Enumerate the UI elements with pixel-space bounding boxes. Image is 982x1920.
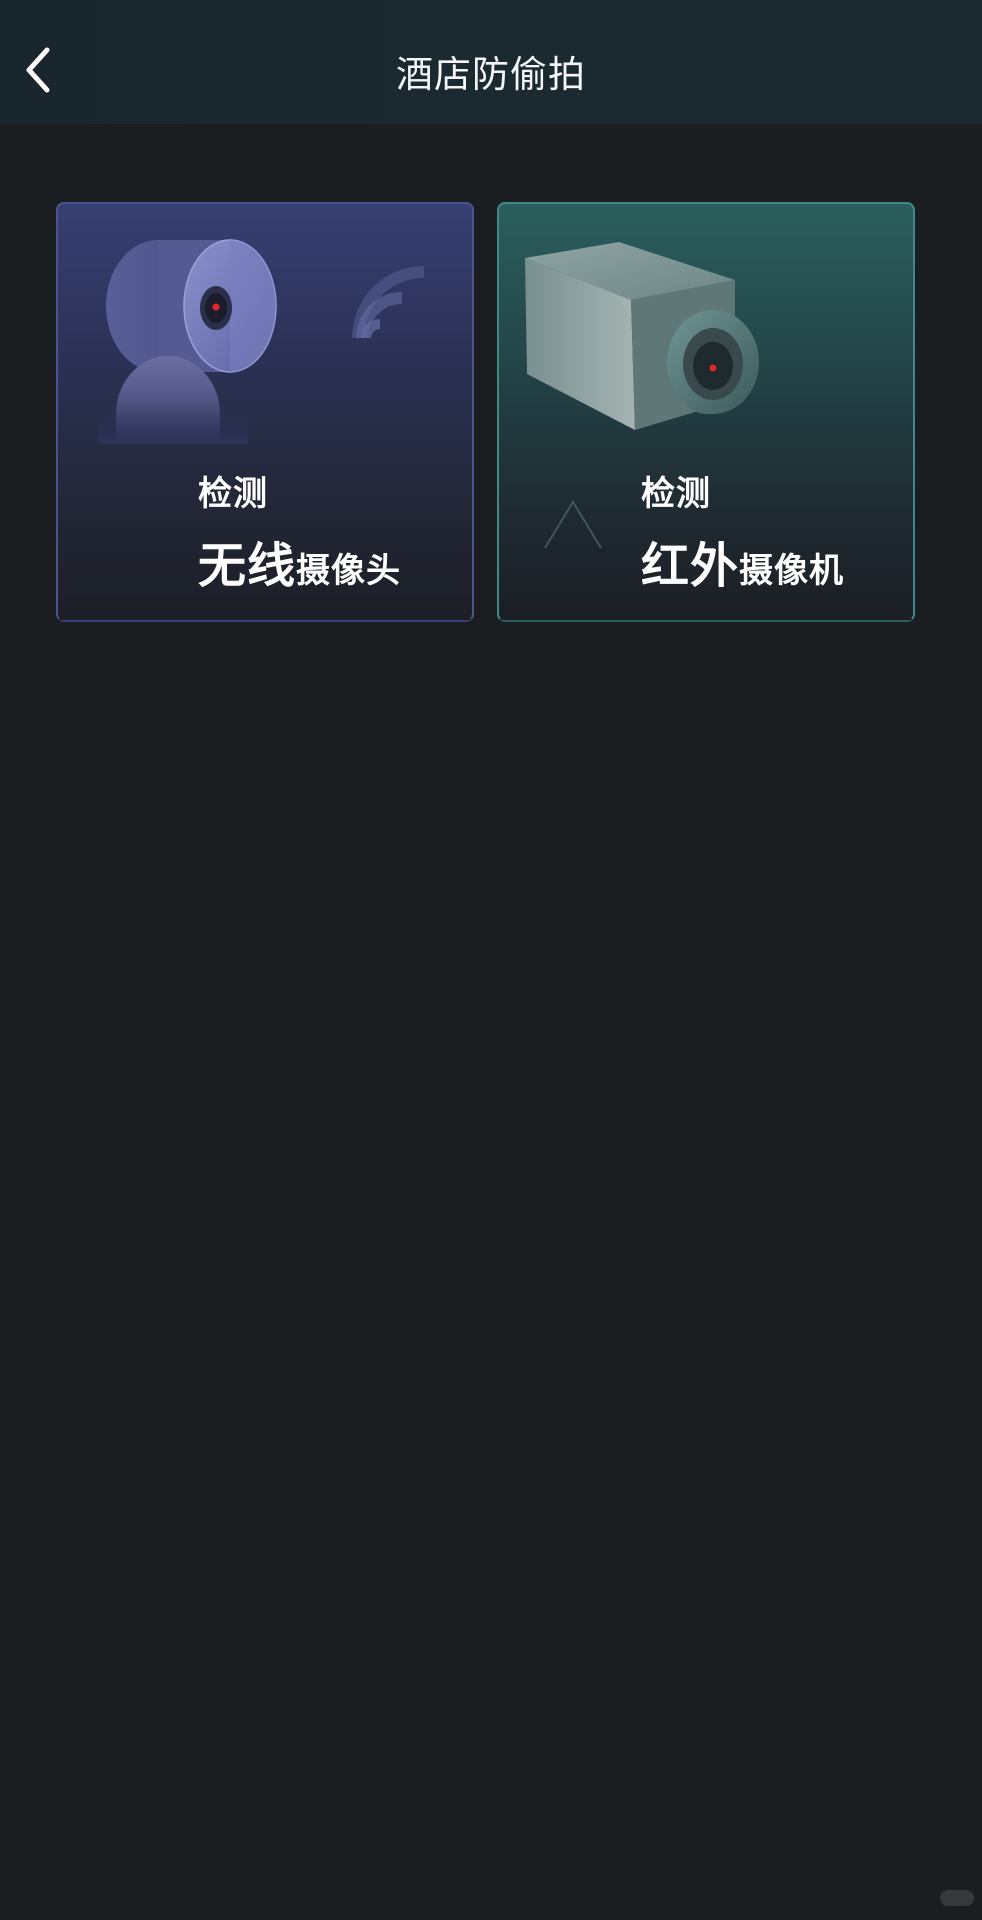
page-title: 酒店防偷拍 [396,53,586,96]
detect-infrared-camera-card[interactable]: 检测 红外摄像机 [497,202,915,622]
wireless-camera-icon [98,239,425,444]
infrared-camera-icon [525,242,759,430]
card-label-target: 红外摄像机 [641,526,844,596]
top-bar: 酒店防偷拍 [0,0,982,124]
card-label-device: 摄像头 [296,551,402,591]
card-label-type: 红外 [641,538,740,594]
infrared-beam-icon [544,500,602,549]
card-label-type: 无线 [198,538,297,594]
card-label-target: 无线摄像头 [198,526,401,596]
detect-wireless-camera-card[interactable]: 检测 无线摄像头 [56,202,474,622]
card-label-action: 检测 [641,474,711,514]
card-label-action: 检测 [198,474,268,514]
card-label-device: 摄像机 [739,551,845,591]
watermark-badge [940,1890,974,1906]
